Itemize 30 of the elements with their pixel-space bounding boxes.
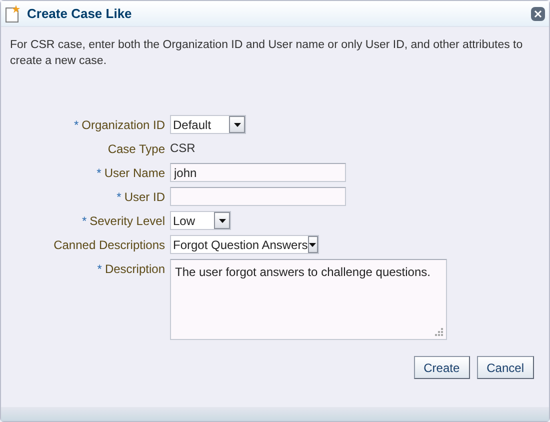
field-label: Case Type [108,140,165,158]
resize-grip-icon [434,327,443,336]
required-marker: * [74,116,79,134]
field-label: User Name [104,164,165,182]
required-marker: * [82,212,87,230]
close-button[interactable] [531,6,545,20]
document-star-icon [5,4,21,22]
field-label: User ID [124,188,165,206]
close-icon [534,10,542,18]
field-label: Severity Level [90,212,165,230]
dropdown[interactable]: Low [170,211,231,230]
required-marker: * [116,188,122,206]
dropdown-arrow-icon [218,218,226,222]
window-title: Create Case Like [27,4,132,23]
required-marker: * [96,164,102,182]
dialog-button[interactable]: Cancel [476,356,534,379]
instructions-text: For CSR case, enter both the Organization ID and User name or only User ID, and other attributes to create a new case. [10,38,524,69]
dropdown[interactable]: Forgot Question Answers [170,235,319,254]
dropdown[interactable]: Default [170,115,246,134]
field-label: Description [104,260,165,278]
input-field[interactable]: john [170,163,346,182]
dropdown-arrow-icon [309,242,316,246]
text-area[interactable]: The user forgot answers to challenge questions. [170,259,447,340]
dialog-button[interactable]: Create [414,356,470,379]
field-label: Organization ID [82,116,165,134]
dropdown-arrow-icon [234,122,240,126]
required-marker: * [97,260,102,278]
field-label: Canned Descriptions [54,236,165,254]
input-field[interactable] [170,187,346,206]
field-value: CSR [170,140,196,157]
